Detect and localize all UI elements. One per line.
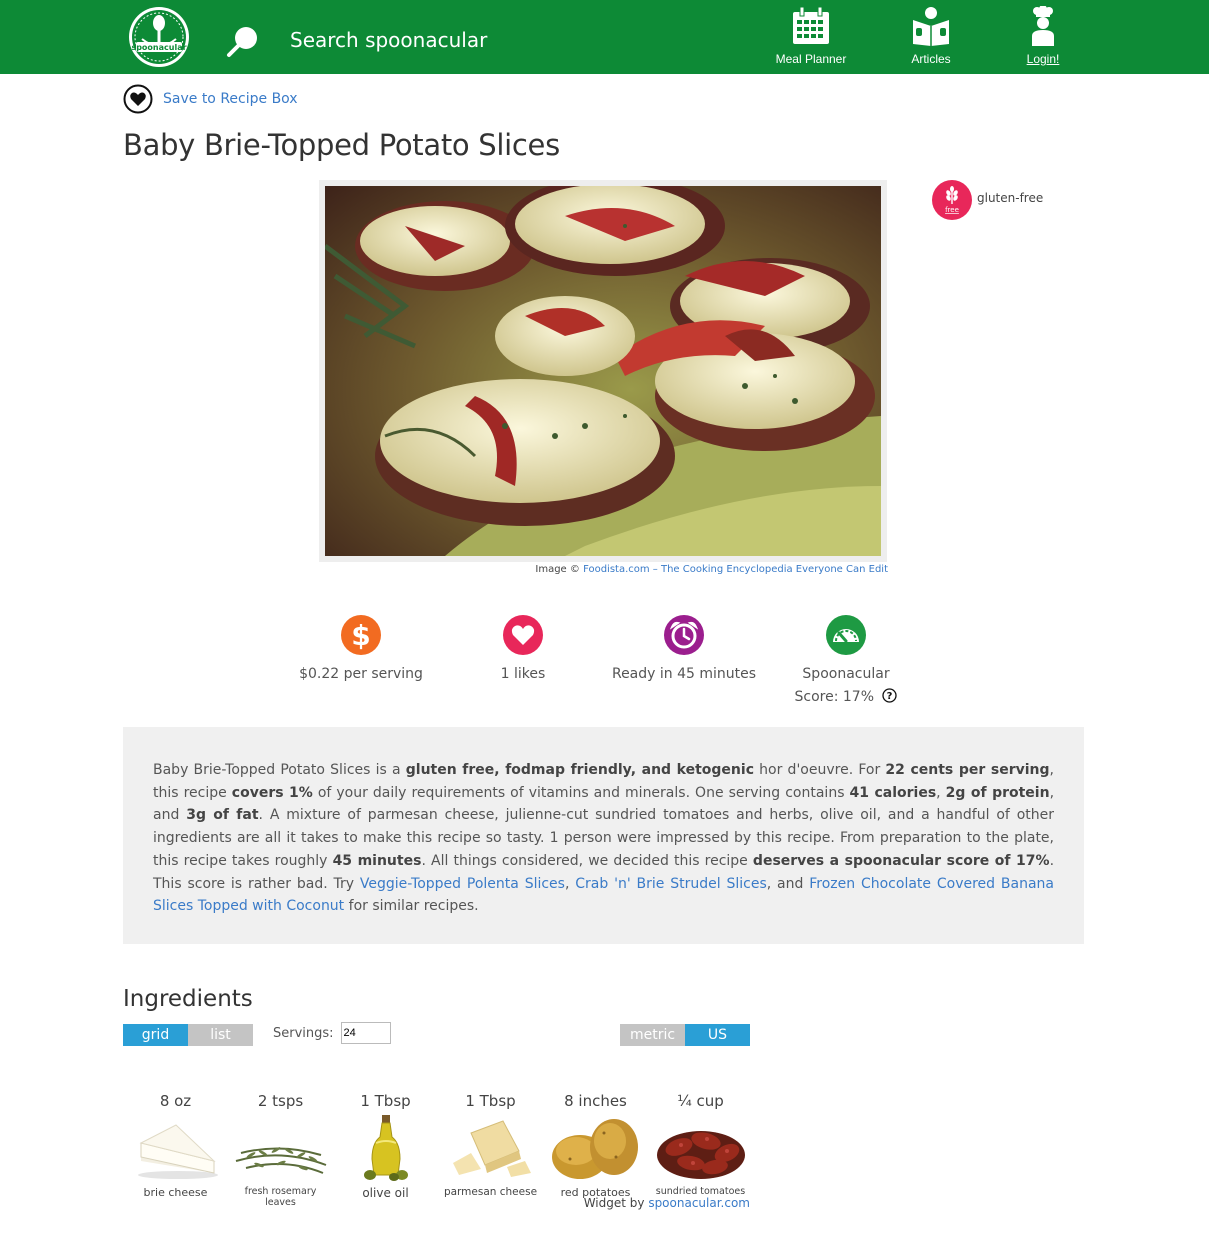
ingredient-amount: 8 inches [564,1092,627,1110]
olive-oil-image [363,1115,408,1181]
recipe-image-frame [319,180,887,562]
nav-meal-planner[interactable]: Meal Planner [761,6,861,70]
save-to-recipe-box[interactable]: Save to Recipe Box [123,84,298,114]
ingredient-amount: ¼ cup [677,1092,724,1110]
ingredients-heading: Ingredients [123,986,253,1012]
ingredients-grid: 8 oz brie cheese 2 tsps fresh rosemary l… [123,1090,753,1208]
ingredient-amount: 8 oz [159,1092,192,1110]
svg-text:free: free [945,206,959,214]
recipe-photo-illustration [325,186,881,556]
ingredient-item[interactable]: 8 inches red potatoes [543,1090,648,1208]
image-credit: Image © Foodista.com – The Cooking Encyc… [535,564,888,575]
stat-price: $ $0.22 per serving [281,615,441,686]
ingredient-item[interactable]: 2 tsps fresh rosemary leaves [228,1090,333,1208]
ingredient-amount: 1 Tbsp [465,1092,516,1110]
stat-ready-time-text: Ready in 45 minutes [611,666,757,682]
nav-label: Articles [911,52,951,66]
ingredient-item[interactable]: 8 oz brie cheese [123,1090,228,1208]
ingredient-item[interactable]: ¼ cup sundried tomatoes [648,1090,753,1208]
ingredient-item[interactable]: 1 Tbsp parmesan cheese [438,1090,543,1208]
gluten-free-icon: free [932,180,972,220]
calendar-icon [793,6,829,44]
top-nav-bar: spoonacular Meal Planner Articles [0,0,1209,74]
us-units-button[interactable]: US [685,1024,750,1046]
book-reader-icon [913,7,949,46]
rosemary-image [235,1147,326,1174]
badge-label: gluten-free [977,191,1044,205]
widget-credit: Widget by spoonacular.com [583,1196,750,1210]
list-view-button[interactable]: list [188,1024,253,1046]
search-icon[interactable] [226,24,260,58]
help-icon[interactable]: ? [882,688,898,703]
search-input[interactable] [290,24,650,56]
stat-likes-text: 1 likes [500,666,546,682]
recipe-image [325,186,881,556]
nav-login[interactable]: Login! [993,6,1093,70]
servings-stepper[interactable] [340,1022,391,1044]
svg-text:?: ? [887,691,893,702]
stat-spoonacular-score: Spoonacular Score: 17% ? [766,615,926,709]
svg-text:$: $ [351,619,370,652]
stat-score-value: Score: 17% ? [766,686,926,709]
sundried-tomatoes-image [656,1131,745,1179]
unit-toggle: metric US [620,1024,750,1046]
heart-icon [503,615,543,655]
metric-button[interactable]: metric [620,1024,685,1046]
ingredient-name: parmesan cheese [443,1186,538,1198]
similar-recipe-link[interactable]: Veggie-Topped Polenta Slices [360,876,565,892]
clock-icon [664,615,704,655]
nav-label: Meal Planner [775,52,847,66]
recipe-title: Baby Brie-Topped Potato Slices [123,128,560,162]
nav-articles[interactable]: Articles [881,6,981,70]
parmesan-cheese-image [452,1120,531,1177]
view-toggle: grid list [123,1024,253,1046]
stat-likes: 1 likes [443,615,603,686]
chef-icon [1032,6,1054,46]
stat-price-text: $0.22 per serving [299,666,423,682]
gauge-icon [826,615,866,655]
brie-cheese-image [137,1124,218,1179]
red-potatoes-image [551,1119,638,1179]
ingredient-item[interactable]: 1 Tbsp olive oil [333,1090,438,1208]
ingredient-amount: 1 Tbsp [360,1092,411,1110]
similar-recipe-link[interactable]: Crab 'n' Brie Strudel Slices [575,876,766,892]
spoonacular-logo[interactable]: spoonacular [128,6,190,68]
stat-ready-time: Ready in 45 minutes [604,615,764,686]
summary-text: Baby Brie-Topped Potato Slices is a glut… [153,762,1055,915]
spoonacular-link[interactable]: spoonacular.com [648,1196,750,1210]
gluten-free-badge[interactable]: free gluten-free [932,180,1043,220]
ingredient-name: brie cheese [143,1186,208,1199]
grid-view-button[interactable]: grid [123,1024,188,1046]
nav-label: Login! [1026,52,1060,66]
servings-control: Servings: [273,1022,391,1044]
dollar-icon: $ [341,615,381,655]
recipe-summary: Baby Brie-Topped Potato Slices is a glut… [123,727,1084,944]
save-to-recipe-box-link[interactable]: Save to Recipe Box [163,91,298,107]
heart-icon[interactable] [123,84,153,114]
ingredient-name: fresh rosemary leaves [244,1186,317,1208]
image-credit-link[interactable]: Foodista.com – The Cooking Encyclopedia … [583,564,888,575]
stat-score-label: Spoonacular [802,666,890,682]
ingredient-amount: 2 tsps [257,1092,304,1110]
svg-text:spoonacular: spoonacular [131,43,186,52]
servings-label: Servings: [273,1025,334,1041]
ingredient-name: olive oil [362,1186,409,1200]
